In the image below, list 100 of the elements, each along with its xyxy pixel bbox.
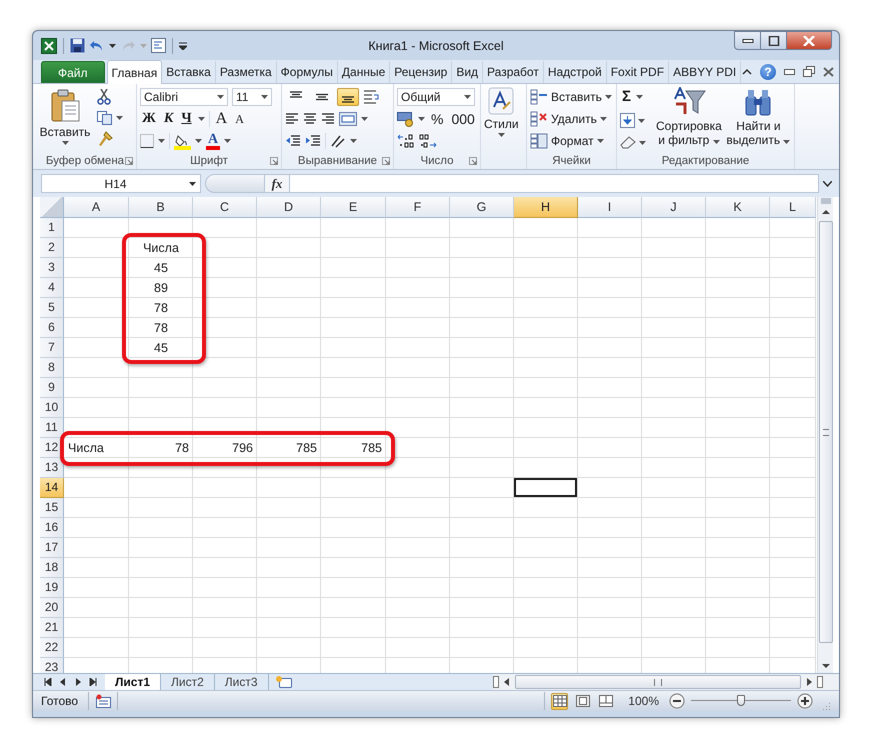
column-header[interactable]: K: [706, 197, 770, 218]
caret-icon[interactable]: [464, 95, 471, 99]
font-color-button[interactable]: A: [206, 132, 220, 150]
row-header[interactable]: 5: [40, 298, 64, 318]
column-header[interactable]: L: [770, 197, 816, 218]
column-header[interactable]: E: [321, 197, 386, 218]
ribbon-tab[interactable]: Главная: [106, 60, 162, 84]
caret-icon[interactable]: [639, 140, 646, 144]
caret-icon[interactable]: [636, 95, 644, 99]
row-header[interactable]: 4: [40, 278, 64, 298]
row-header[interactable]: 10: [40, 398, 64, 418]
scissors-icon[interactable]: [97, 89, 111, 105]
format-painter-icon[interactable]: [97, 131, 113, 147]
find-select-button[interactable]: Найти и выделить: [726, 87, 791, 153]
align-center-icon[interactable]: [303, 113, 317, 125]
caret-icon[interactable]: [217, 95, 224, 99]
column-header[interactable]: I: [578, 197, 642, 218]
column-header[interactable]: F: [386, 197, 450, 218]
shrink-font-button[interactable]: A: [233, 111, 246, 127]
caret-icon[interactable]: [158, 139, 165, 143]
close-icon[interactable]: [823, 66, 834, 76]
ribbon-tab[interactable]: Надстрой: [544, 61, 607, 83]
first-sheet-icon[interactable]: [44, 678, 52, 686]
font-size-dropdown[interactable]: 11: [232, 88, 272, 106]
last-sheet-icon[interactable]: [89, 678, 97, 686]
ribbon-tab[interactable]: Вставка: [162, 61, 216, 83]
caret-icon[interactable]: [638, 118, 645, 122]
text-orientation-icon[interactable]: [330, 134, 346, 148]
ribbon-tab[interactable]: Рецензир: [390, 61, 452, 83]
merge-cells-icon[interactable]: [339, 112, 357, 126]
ribbon-tab[interactable]: ABBYY PDI: [669, 61, 742, 83]
restore-icon[interactable]: [803, 66, 815, 77]
ribbon-tab[interactable]: Разметка: [216, 61, 277, 83]
scroll-thumb[interactable]: [515, 675, 801, 689]
fill-color-icon[interactable]: [174, 132, 191, 150]
form-icon[interactable]: [151, 38, 166, 53]
underline-button[interactable]: Ч: [179, 111, 194, 127]
caret-icon[interactable]: [361, 117, 368, 121]
zoom-out-icon[interactable]: [669, 693, 685, 709]
caret-icon[interactable]: [116, 116, 123, 120]
split-handle[interactable]: [820, 198, 830, 204]
caret-icon[interactable]: [418, 117, 425, 121]
split-handle[interactable]: [817, 676, 823, 688]
resize-grip-icon[interactable]: [821, 701, 831, 711]
sheet-tab[interactable]: Лист1: [105, 674, 162, 690]
column-header[interactable]: J: [642, 197, 706, 218]
zoom-level[interactable]: 100%: [628, 694, 659, 708]
splitter-handle[interactable]: [205, 174, 265, 193]
row-header[interactable]: 1: [40, 218, 64, 238]
row-header[interactable]: 22: [40, 638, 64, 658]
caret-icon[interactable]: [783, 140, 790, 144]
caret-icon[interactable]: [62, 141, 68, 145]
grow-font-button[interactable]: A: [214, 111, 230, 127]
caret-icon[interactable]: [350, 139, 357, 143]
caret-icon[interactable]: [604, 95, 612, 99]
name-box[interactable]: H14: [41, 174, 201, 193]
dialog-launcher-icon[interactable]: [382, 157, 390, 165]
file-tab[interactable]: Файл: [41, 61, 105, 83]
caret-icon[interactable]: [198, 117, 205, 121]
row-header[interactable]: 2: [40, 238, 64, 258]
maximize-button[interactable]: [760, 31, 787, 50]
ribbon-tab[interactable]: Данные: [338, 61, 390, 83]
dialog-launcher-icon[interactable]: [270, 157, 278, 165]
close-button[interactable]: [786, 31, 832, 50]
undo-icon[interactable]: [89, 38, 105, 52]
page-layout-button[interactable]: [574, 692, 592, 710]
autosum-button[interactable]: Σ: [620, 89, 634, 105]
customize-caret-icon[interactable]: [179, 42, 187, 50]
column-header[interactable]: H: [514, 197, 578, 218]
new-sheet-icon[interactable]: [274, 675, 293, 689]
row-header[interactable]: 19: [40, 578, 64, 598]
ribbon-tab[interactable]: Формулы: [276, 61, 338, 83]
row-header[interactable]: 15: [40, 498, 64, 518]
column-header[interactable]: G: [450, 197, 514, 218]
next-sheet-icon[interactable]: [74, 678, 82, 686]
zoom-slider-thumb[interactable]: [737, 695, 745, 706]
font-name-dropdown[interactable]: Calibri: [140, 88, 228, 106]
eraser-icon[interactable]: [620, 136, 636, 149]
scroll-thumb[interactable]: [818, 221, 832, 643]
paste-button[interactable]: Вставить: [37, 87, 93, 153]
dialog-launcher-icon[interactable]: [469, 157, 477, 165]
ribbon-tab[interactable]: Foxit PDF: [606, 61, 670, 83]
decrease-indent-icon[interactable]: [285, 135, 301, 147]
page-break-button[interactable]: [597, 692, 614, 710]
expand-caret-icon[interactable]: [823, 180, 832, 186]
row-header[interactable]: 6: [40, 318, 64, 338]
zoom-in-icon[interactable]: [797, 693, 813, 709]
previous-sheet-icon[interactable]: [59, 678, 67, 686]
decrease-decimal-icon[interactable]: [419, 134, 437, 148]
bold-button[interactable]: Ж: [140, 111, 158, 127]
spreadsheet-logo-icon[interactable]: [41, 38, 57, 54]
normal-view-button[interactable]: [551, 692, 568, 710]
sort-filter-button[interactable]: Сортировка и фильтр: [656, 87, 722, 153]
thousands-button[interactable]: 000: [449, 111, 477, 127]
align-left-icon[interactable]: [285, 113, 299, 125]
fill-down-icon[interactable]: [620, 113, 635, 128]
row-header[interactable]: 23: [40, 658, 64, 673]
row-header[interactable]: 7: [40, 338, 64, 358]
horizontal-scrollbar[interactable]: [493, 674, 839, 690]
copy-icon[interactable]: [97, 111, 113, 125]
